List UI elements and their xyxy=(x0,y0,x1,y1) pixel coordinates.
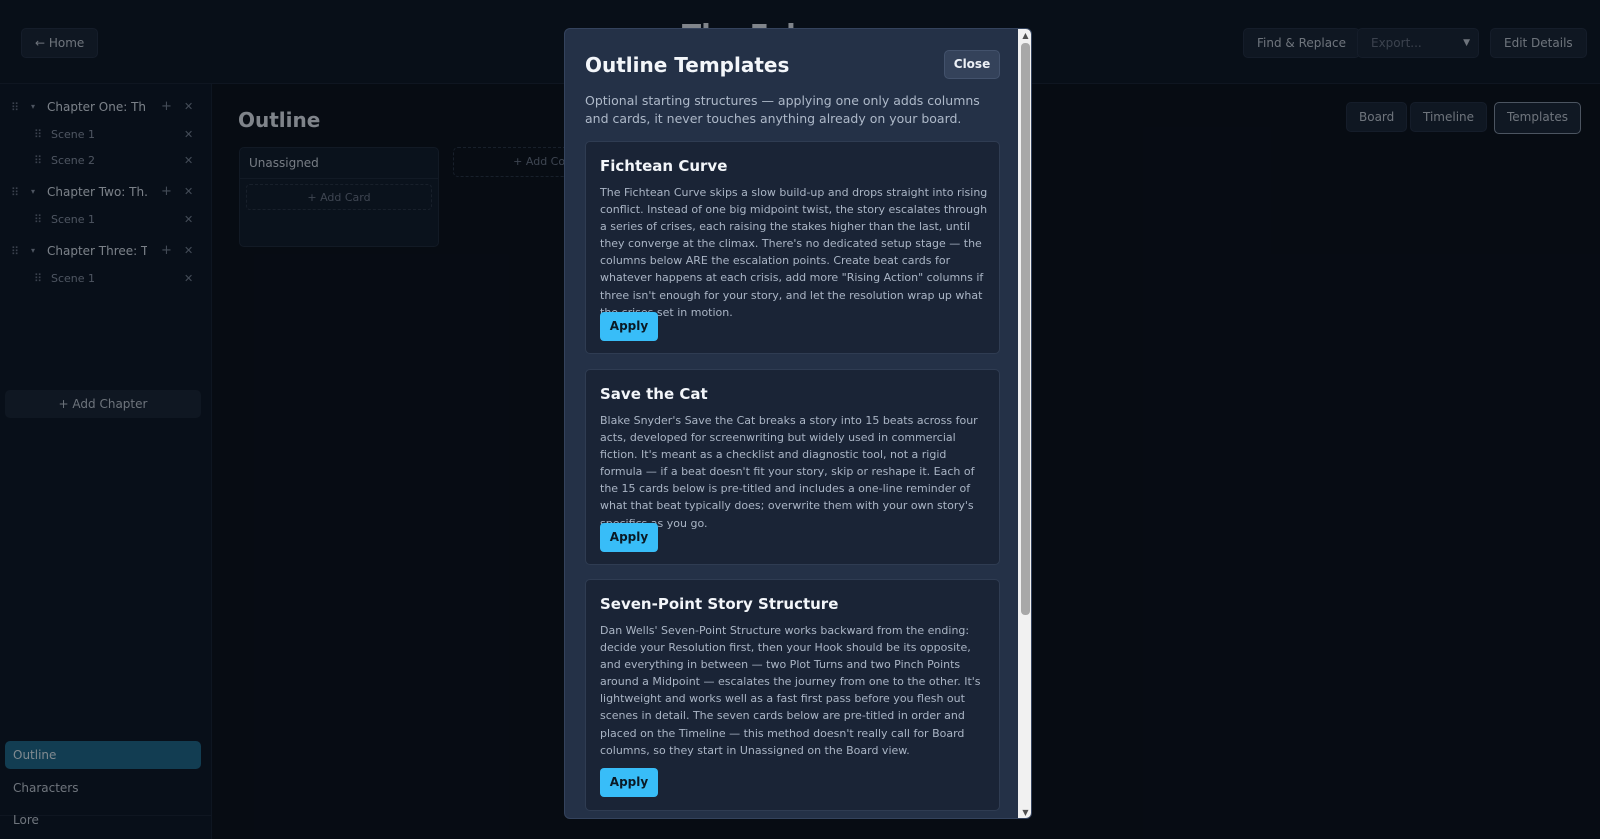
template-name: Seven-Point Story Structure xyxy=(600,595,839,613)
apply-button[interactable]: Apply xyxy=(600,312,658,341)
template-description: Dan Wells' Seven-Point Structure works b… xyxy=(600,624,981,757)
template-name: Fichtean Curve xyxy=(600,157,728,175)
template-card: Fichtean Curve The Fichtean Curve skips … xyxy=(585,141,1000,354)
apply-button[interactable]: Apply xyxy=(600,523,658,552)
templates-modal: Outline Templates Close Optional startin… xyxy=(564,28,1032,819)
template-description: Blake Snyder's Save the Cat breaks a sto… xyxy=(600,414,978,530)
template-card: Save the Cat Blake Snyder's Save the Cat… xyxy=(585,369,1000,565)
template-card: Seven-Point Story Structure Dan Wells' S… xyxy=(585,579,1000,811)
modal-scrollbar[interactable]: ▲ ▼ xyxy=(1018,29,1031,818)
modal-title: Outline Templates xyxy=(585,53,790,77)
modal-content: Outline Templates Close Optional startin… xyxy=(565,29,1018,818)
scroll-up-arrow-icon[interactable]: ▲ xyxy=(1018,29,1031,43)
scrollbar-thumb[interactable] xyxy=(1021,43,1030,615)
apply-button[interactable]: Apply xyxy=(600,768,658,797)
modal-description: Optional starting structures — applying … xyxy=(585,93,980,126)
scroll-down-arrow-icon[interactable]: ▼ xyxy=(1018,806,1031,818)
template-name: Save the Cat xyxy=(600,385,708,403)
template-description: The Fichtean Curve skips a slow build-up… xyxy=(600,186,988,319)
close-button[interactable]: Close xyxy=(944,50,1000,79)
